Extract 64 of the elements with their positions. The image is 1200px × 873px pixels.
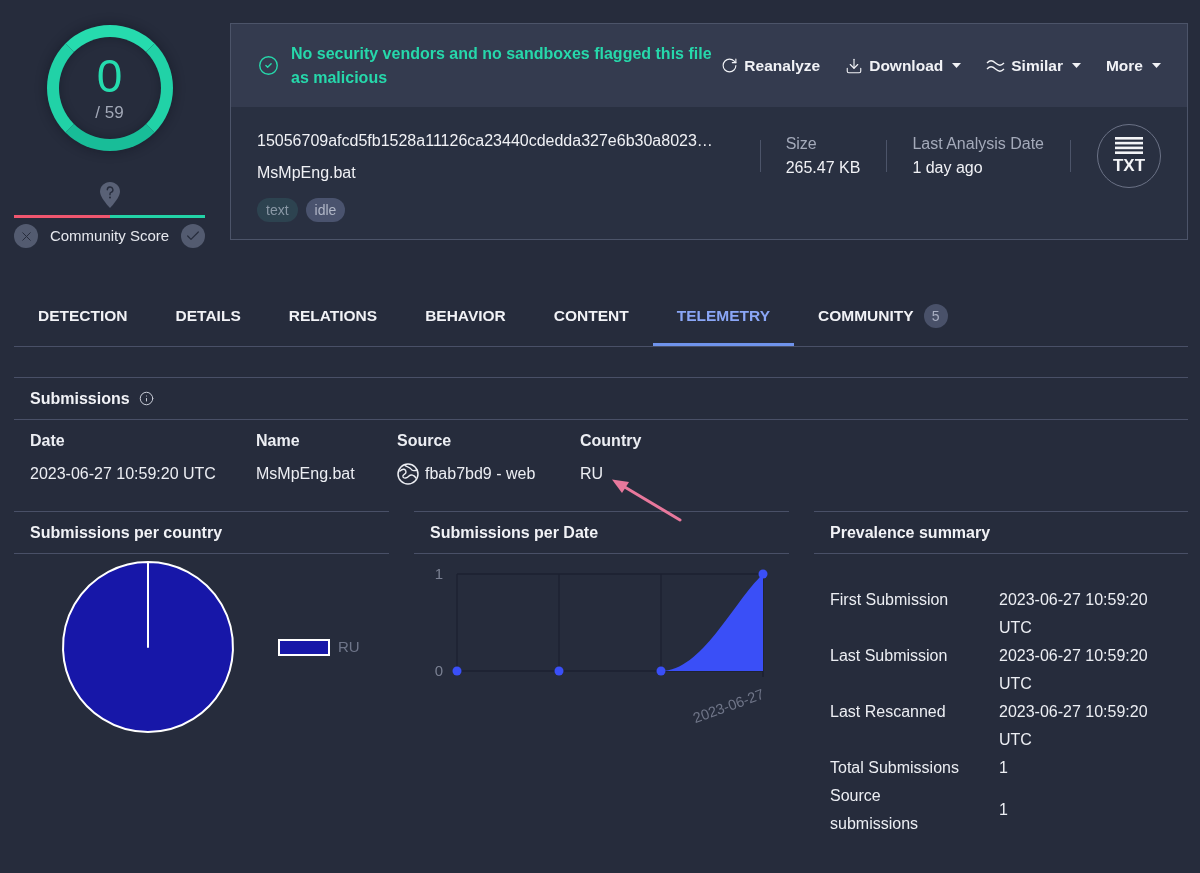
tab[interactable]: CONTENT bbox=[529, 286, 653, 346]
panel-title: Submissions per Date bbox=[430, 522, 599, 543]
legend-label: RU bbox=[338, 638, 360, 656]
tab[interactable]: RELATIONS bbox=[264, 286, 402, 346]
file-tag: idle bbox=[305, 198, 346, 222]
data-point bbox=[452, 666, 462, 676]
detection-total: / 59 bbox=[95, 103, 124, 123]
file-type-label: TXT bbox=[1112, 157, 1146, 175]
summary-label: Last Rescanned bbox=[830, 702, 946, 722]
rotate-arrow-icon bbox=[721, 57, 739, 74]
summary-value: 1 bbox=[999, 758, 1008, 778]
summary-value: 2023-06-27 10:59:20 UTC bbox=[999, 646, 1149, 694]
file-name: MsMpEng.bat bbox=[257, 163, 356, 183]
info-icon[interactable] bbox=[138, 391, 154, 406]
tab[interactable]: DETECTION bbox=[14, 286, 152, 346]
verdict-text: No security vendors and no sandboxes flagged this file as malicious bbox=[291, 43, 713, 88]
wave-icon bbox=[986, 59, 1006, 72]
stat-value: 1 day ago bbox=[912, 158, 984, 178]
tab[interactable]: DETAILS bbox=[151, 286, 265, 346]
question-pin-icon bbox=[99, 182, 120, 208]
axis-label: 1 bbox=[434, 565, 443, 582]
stat-label: Size bbox=[785, 134, 818, 154]
panel-title: Prevalence summary bbox=[830, 522, 991, 543]
lines-icon bbox=[1115, 137, 1143, 154]
panel-title: Submissions per country bbox=[30, 522, 223, 543]
check-circle-icon bbox=[258, 55, 279, 76]
tab[interactable]: BEHAVIOR bbox=[401, 286, 530, 346]
column-header: Source bbox=[397, 431, 452, 451]
data-point bbox=[758, 569, 768, 579]
data-point bbox=[656, 666, 666, 676]
column-header: Date bbox=[30, 431, 65, 451]
detection-count: 0 bbox=[96, 53, 123, 99]
download-button[interactable]: Download bbox=[845, 55, 962, 76]
table-cell: MsMpEng.bat bbox=[256, 464, 355, 484]
summary-label: First Submission bbox=[830, 590, 949, 610]
reanalyze-button[interactable]: Reanalyze bbox=[721, 55, 821, 76]
community-score-label: Community Score bbox=[49, 226, 170, 246]
table-cell: RU bbox=[580, 464, 604, 484]
stat-value: 265.47 KB bbox=[785, 158, 861, 178]
section-title: Submissions bbox=[30, 388, 130, 409]
summary-label: Last Submission bbox=[830, 646, 948, 666]
file-hash: 15056709afcd5fb1528a11126ca23440cdedda327e6b30a8023… bbox=[257, 131, 713, 151]
summary-value: 2023-06-27 10:59:20 UTC bbox=[999, 702, 1149, 750]
count-badge: 5 bbox=[923, 304, 948, 328]
data-point bbox=[554, 666, 564, 676]
download-icon bbox=[845, 56, 864, 75]
summary-value: 2023-06-27 10:59:20 UTC bbox=[999, 590, 1149, 638]
table-cell: fbab7bd9 - web bbox=[425, 464, 536, 484]
tab[interactable]: COMMUNITY 5 bbox=[794, 286, 972, 346]
summary-label: Source submissions bbox=[830, 786, 920, 834]
table-cell: 2023-06-27 10:59:20 UTC bbox=[30, 464, 216, 484]
more-button[interactable]: More bbox=[1105, 55, 1161, 76]
stat-label: Last Analysis Date bbox=[912, 134, 1044, 154]
summary-label: Total Submissions bbox=[830, 758, 959, 778]
column-header: Country bbox=[580, 431, 642, 451]
file-tag: text bbox=[257, 198, 298, 222]
summary-value: 1 bbox=[999, 800, 1008, 820]
upvote-button[interactable] bbox=[181, 224, 205, 248]
globe-icon bbox=[397, 463, 419, 485]
downvote-button[interactable] bbox=[14, 224, 38, 248]
similar-button[interactable]: Similar bbox=[986, 55, 1081, 76]
column-header: Name bbox=[256, 431, 300, 451]
axis-label: 0 bbox=[434, 662, 443, 679]
tab[interactable]: TELEMETRY bbox=[652, 286, 794, 346]
